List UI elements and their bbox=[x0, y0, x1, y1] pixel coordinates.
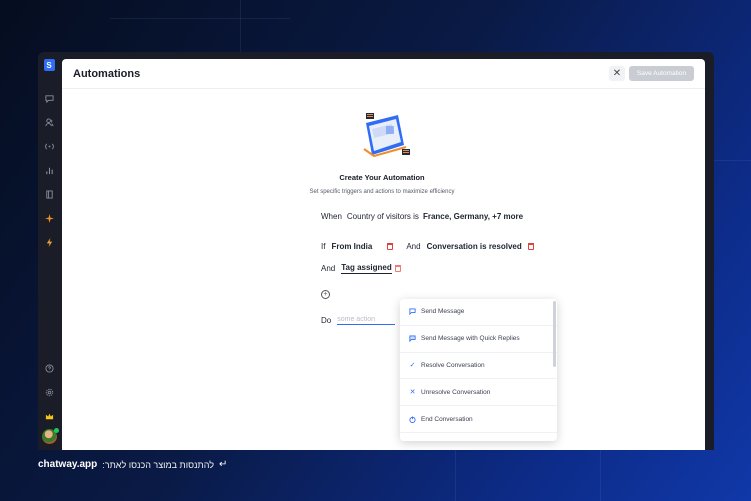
brand-name[interactable]: chatway.app bbox=[38, 459, 97, 470]
chat-icon[interactable] bbox=[44, 93, 54, 103]
automations-panel: Automations ✕ Save Automation Create You… bbox=[62, 59, 705, 450]
action-select-input[interactable]: some action bbox=[337, 316, 396, 325]
contacts-icon[interactable] bbox=[44, 117, 54, 127]
settings-icon[interactable] bbox=[44, 387, 54, 397]
save-automation-button[interactable]: Save Automation bbox=[629, 66, 694, 81]
background-line bbox=[110, 18, 290, 19]
sidebar: S bbox=[38, 52, 60, 450]
menu-item-send-message[interactable]: Send Message bbox=[400, 299, 557, 326]
menu-item-label: Unresolve Conversation bbox=[421, 388, 491, 396]
if-value[interactable]: From India bbox=[331, 242, 372, 251]
return-arrow-icon: ↵ bbox=[219, 459, 228, 470]
delete-condition-icon[interactable] bbox=[394, 265, 401, 272]
footer-text: להתנסות במוצר הכנסו לאתר: bbox=[102, 459, 214, 470]
background-line bbox=[240, 0, 241, 52]
analytics-icon[interactable] bbox=[44, 165, 54, 175]
menu-item-label: End Conversation bbox=[421, 415, 473, 423]
and-condition-value[interactable]: Conversation is resolved bbox=[427, 242, 522, 251]
chat-bubble-icon bbox=[409, 308, 416, 316]
background-line bbox=[600, 450, 601, 501]
add-condition-icon[interactable]: + bbox=[321, 290, 330, 299]
page-title: Automations bbox=[73, 68, 141, 80]
if-condition-row: If From India And Conversation is resolv… bbox=[321, 242, 534, 251]
crown-icon[interactable] bbox=[44, 411, 54, 421]
menu-item-label: Resolve Conversation bbox=[421, 361, 485, 369]
knowledge-base-icon[interactable] bbox=[44, 189, 54, 199]
power-icon bbox=[409, 416, 416, 423]
delete-condition-icon[interactable] bbox=[527, 243, 534, 250]
x-icon: ✕ bbox=[409, 389, 416, 397]
and-label: And bbox=[321, 264, 336, 273]
online-status-dot bbox=[53, 428, 59, 433]
automation-illustration-icon bbox=[360, 109, 410, 159]
menu-item-label: Send Message bbox=[421, 308, 465, 316]
background-line bbox=[455, 450, 456, 501]
help-icon[interactable] bbox=[44, 363, 54, 373]
empty-state-subtitle: Set specific triggers and actions to max… bbox=[309, 189, 455, 195]
sidebar-bottom bbox=[38, 363, 60, 444]
dropdown-scrollbar[interactable] bbox=[553, 301, 556, 367]
delete-condition-icon[interactable] bbox=[387, 243, 394, 250]
footer-caption: chatway.app להתנסות במוצר הכנסו לאתר: ↵ bbox=[38, 459, 227, 470]
app-logo[interactable]: S bbox=[43, 59, 55, 71]
do-label: Do bbox=[321, 316, 332, 325]
check-icon: ✓ bbox=[409, 362, 416, 370]
action-dropdown-menu: Send Message Send Message with Quick Rep… bbox=[400, 299, 557, 441]
broadcast-icon[interactable] bbox=[44, 141, 54, 151]
quick-reply-icon bbox=[409, 335, 416, 343]
when-trigger-row[interactable]: When Country of visitors is France, Germ… bbox=[321, 212, 523, 221]
menu-item-resolve-conversation[interactable]: ✓ Resolve Conversation bbox=[400, 353, 557, 380]
when-text: Country of visitors is bbox=[346, 212, 419, 221]
when-label: When bbox=[321, 212, 342, 221]
if-label: If bbox=[321, 242, 326, 251]
panel-header: Automations ✕ Save Automation bbox=[62, 59, 705, 89]
when-value[interactable]: France, Germany, +7 more bbox=[423, 212, 523, 221]
integrations-icon[interactable] bbox=[44, 237, 54, 247]
and-label: And bbox=[406, 242, 421, 251]
menu-item-unresolve-conversation[interactable]: ✕ Unresolve Conversation bbox=[400, 379, 557, 407]
menu-item-label: Send Message with Quick Replies bbox=[421, 335, 520, 343]
do-action-row: Do some action bbox=[321, 316, 396, 325]
menu-item-end-conversation[interactable]: End Conversation bbox=[400, 406, 557, 433]
user-avatar[interactable] bbox=[41, 428, 59, 444]
close-button[interactable]: ✕ bbox=[609, 66, 625, 81]
tag-assigned-condition[interactable]: Tag assigned bbox=[341, 263, 392, 274]
menu-item-send-message-quick-replies[interactable]: Send Message with Quick Replies bbox=[400, 326, 557, 353]
automation-icon[interactable] bbox=[44, 213, 54, 223]
empty-state-title: Create Your Automation bbox=[339, 173, 425, 182]
background-line bbox=[714, 160, 751, 161]
and-condition-row: And Tag assigned bbox=[321, 263, 401, 274]
